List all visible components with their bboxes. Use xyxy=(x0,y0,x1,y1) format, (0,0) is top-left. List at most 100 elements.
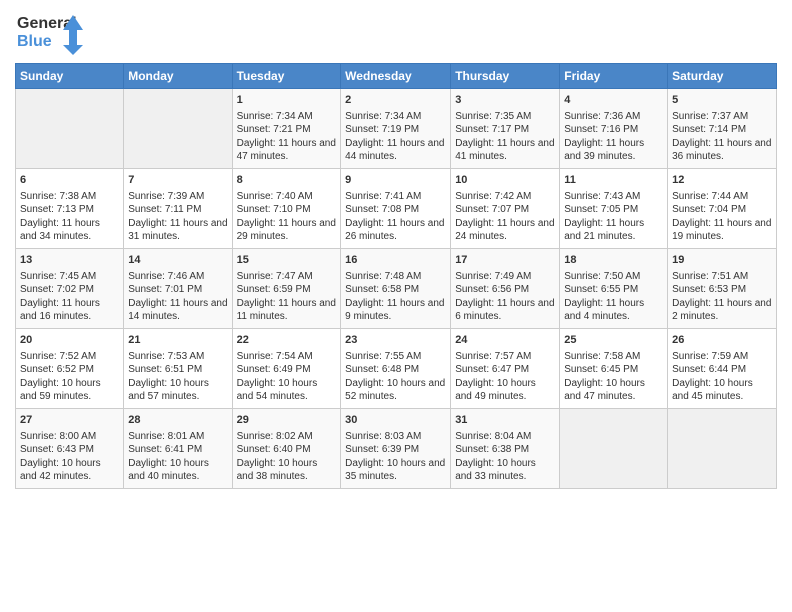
calendar-cell xyxy=(16,89,124,169)
day-number: 8 xyxy=(237,173,337,188)
col-header-sunday: Sunday xyxy=(16,64,124,89)
day-info: Daylight: 10 hours and 42 minutes. xyxy=(20,457,119,484)
calendar-cell: 5 Sunrise: 7:37 AMSunset: 7:14 PMDaylight… xyxy=(668,89,777,169)
day-info: Sunset: 6:45 PM xyxy=(564,363,663,377)
day-number: 31 xyxy=(455,413,555,428)
day-number: 25 xyxy=(564,333,663,348)
day-info: Sunrise: 7:55 AM xyxy=(345,350,446,364)
day-info: Sunset: 7:10 PM xyxy=(237,203,337,217)
day-info: Daylight: 11 hours and 44 minutes. xyxy=(345,137,446,164)
day-info: Sunset: 6:52 PM xyxy=(20,363,119,377)
svg-text:Blue: Blue xyxy=(17,33,52,50)
day-number: 1 xyxy=(237,93,337,108)
day-info: Sunrise: 7:37 AM xyxy=(672,110,772,124)
calendar-cell: 17Sunrise: 7:49 AMSunset: 6:56 PMDayligh… xyxy=(451,249,560,329)
day-info: Daylight: 10 hours and 49 minutes. xyxy=(455,377,555,404)
calendar-cell: 8Sunrise: 7:40 AMSunset: 7:10 PMDaylight… xyxy=(232,169,341,249)
day-info: Daylight: 11 hours and 21 minutes. xyxy=(564,217,663,244)
day-info: Sunrise: 7:36 AM xyxy=(564,110,663,124)
day-info: Daylight: 11 hours and 34 minutes. xyxy=(20,217,119,244)
day-info: Sunrise: 7:47 AM xyxy=(237,270,337,284)
day-info: Sunset: 6:49 PM xyxy=(237,363,337,377)
day-info: Sunset: 6:48 PM xyxy=(345,363,446,377)
day-info: Sunset: 6:43 PM xyxy=(20,443,119,457)
page-container: GeneralBlue SundayMondayTuesdayWednesday… xyxy=(0,0,792,499)
day-number: 30 xyxy=(345,413,446,428)
day-info: Sunrise: 7:48 AM xyxy=(345,270,446,284)
day-number: 13 xyxy=(20,253,119,268)
day-info: Sunset: 6:58 PM xyxy=(345,283,446,297)
day-number: 24 xyxy=(455,333,555,348)
day-number: 3 xyxy=(455,93,555,108)
calendar-cell: 12Sunrise: 7:44 AMSunset: 7:04 PMDayligh… xyxy=(668,169,777,249)
day-number: 2 xyxy=(345,93,446,108)
day-info: Sunrise: 7:41 AM xyxy=(345,190,446,204)
day-info: Daylight: 11 hours and 31 minutes. xyxy=(128,217,227,244)
day-info: Sunrise: 7:59 AM xyxy=(672,350,772,364)
day-info: Daylight: 11 hours and 26 minutes. xyxy=(345,217,446,244)
day-number: 12 xyxy=(672,173,772,188)
day-info: Sunrise: 7:58 AM xyxy=(564,350,663,364)
day-info: Sunrise: 7:40 AM xyxy=(237,190,337,204)
day-info: Daylight: 11 hours and 47 minutes. xyxy=(237,137,337,164)
col-header-friday: Friday xyxy=(560,64,668,89)
calendar-table: SundayMondayTuesdayWednesdayThursdayFrid… xyxy=(15,63,777,489)
week-row-1: 1Sunrise: 7:34 AMSunset: 7:21 PMDaylight… xyxy=(16,89,777,169)
day-info: Sunset: 6:47 PM xyxy=(455,363,555,377)
day-info: Sunset: 7:08 PM xyxy=(345,203,446,217)
day-info: Daylight: 10 hours and 57 minutes. xyxy=(128,377,227,404)
calendar-cell: 25 Sunrise: 7:58 AMSunset: 6:45 PMDayligh… xyxy=(560,329,668,409)
logo-svg: GeneralBlue xyxy=(15,10,85,55)
day-info: Sunrise: 8:03 AM xyxy=(345,430,446,444)
day-info: Daylight: 10 hours and 33 minutes. xyxy=(455,457,555,484)
day-info: Daylight: 10 hours and 40 minutes. xyxy=(128,457,227,484)
week-row-5: 27Sunrise: 8:00 AMSunset: 6:43 PMDayligh… xyxy=(16,409,777,489)
day-info: Daylight: 11 hours and 6 minutes. xyxy=(455,297,555,324)
calendar-cell: 9Sunrise: 7:41 AMSunset: 7:08 PMDaylight… xyxy=(341,169,451,249)
day-info: Sunrise: 7:57 AM xyxy=(455,350,555,364)
day-info: Sunset: 6:59 PM xyxy=(237,283,337,297)
day-info: Sunrise: 7:49 AM xyxy=(455,270,555,284)
day-info: Daylight: 11 hours and 9 minutes. xyxy=(345,297,446,324)
day-info: Sunset: 7:16 PM xyxy=(564,123,663,137)
day-info: Daylight: 11 hours and 14 minutes. xyxy=(128,297,227,324)
calendar-cell: 30 Sunrise: 8:03 AMSunset: 6:39 PMDayligh… xyxy=(341,409,451,489)
calendar-cell: 6Sunrise: 7:38 AMSunset: 7:13 PMDaylight… xyxy=(16,169,124,249)
calendar-cell: 28Sunrise: 8:01 AMSunset: 6:41 PMDayligh… xyxy=(124,409,232,489)
day-info: Daylight: 11 hours and 36 minutes. xyxy=(672,137,772,164)
calendar-cell: 7Sunrise: 7:39 AMSunset: 7:11 PMDaylight… xyxy=(124,169,232,249)
day-info: Sunrise: 7:53 AM xyxy=(128,350,227,364)
day-info: Sunset: 6:53 PM xyxy=(672,283,772,297)
day-info: Daylight: 11 hours and 2 minutes. xyxy=(672,297,772,324)
day-info: Sunset: 7:17 PM xyxy=(455,123,555,137)
day-number: 23 xyxy=(345,333,446,348)
day-info: Daylight: 11 hours and 19 minutes. xyxy=(672,217,772,244)
calendar-cell xyxy=(668,409,777,489)
day-info: Sunrise: 8:02 AM xyxy=(237,430,337,444)
day-number: 11 xyxy=(564,173,663,188)
day-info: Sunset: 7:14 PM xyxy=(672,123,772,137)
day-number: 5 xyxy=(672,93,772,108)
day-number: 22 xyxy=(237,333,337,348)
day-info: Sunset: 6:38 PM xyxy=(455,443,555,457)
calendar-cell: 21Sunrise: 7:53 AMSunset: 6:51 PMDayligh… xyxy=(124,329,232,409)
day-info: Sunset: 7:21 PM xyxy=(237,123,337,137)
day-info: Daylight: 10 hours and 47 minutes. xyxy=(564,377,663,404)
day-info: Sunset: 6:39 PM xyxy=(345,443,446,457)
calendar-cell xyxy=(124,89,232,169)
day-info: Sunrise: 7:52 AM xyxy=(20,350,119,364)
day-info: Daylight: 11 hours and 4 minutes. xyxy=(564,297,663,324)
day-info: Sunrise: 8:04 AM xyxy=(455,430,555,444)
calendar-cell: 1 Sunrise: 7:34 AMSunset: 7:21 PMDaylight… xyxy=(232,89,341,169)
day-info: Daylight: 10 hours and 45 minutes. xyxy=(672,377,772,404)
day-info: Sunset: 7:07 PM xyxy=(455,203,555,217)
calendar-cell: 24 Sunrise: 7:57 AMSunset: 6:47 PMDayligh… xyxy=(451,329,560,409)
calendar-cell: 15Sunrise: 7:47 AMSunset: 6:59 PMDayligh… xyxy=(232,249,341,329)
day-info: Daylight: 10 hours and 35 minutes. xyxy=(345,457,446,484)
calendar-header-row: SundayMondayTuesdayWednesdayThursdayFrid… xyxy=(16,64,777,89)
week-row-4: 20Sunrise: 7:52 AMSunset: 6:52 PMDayligh… xyxy=(16,329,777,409)
day-info: Sunrise: 7:45 AM xyxy=(20,270,119,284)
week-row-3: 13Sunrise: 7:45 AMSunset: 7:02 PMDayligh… xyxy=(16,249,777,329)
calendar-cell: 11Sunrise: 7:43 AMSunset: 7:05 PMDayligh… xyxy=(560,169,668,249)
day-info: Sunrise: 7:34 AM xyxy=(237,110,337,124)
